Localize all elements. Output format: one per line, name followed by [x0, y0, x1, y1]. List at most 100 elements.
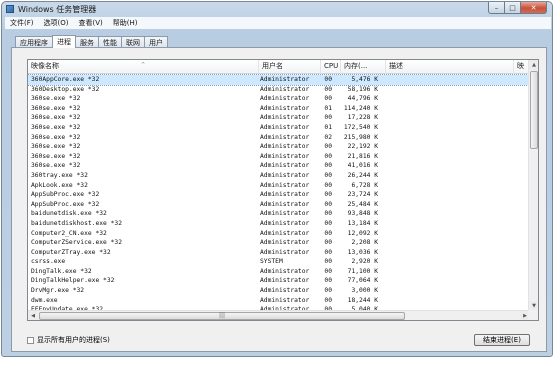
process-row[interactable]: 360se.exe *32 Administrator 00 44,796 K	[28, 94, 530, 104]
process-user: Administrator	[260, 219, 310, 227]
close-button[interactable]: ✕	[521, 2, 547, 14]
process-user: Administrator	[260, 123, 310, 131]
show-all-users-checkbox[interactable]	[27, 336, 34, 344]
process-row[interactable]: AppSubProc.exe *32 Administrator 00 25,484 …	[28, 200, 530, 210]
process-row[interactable]: ApkLook.exe *32 Administrator 00 6,728 K	[28, 181, 530, 191]
scroll-left-icon[interactable]: ◀	[28, 311, 38, 320]
maximize-button[interactable]: □	[505, 2, 521, 14]
process-row[interactable]: Computer2_CN.exe *32 Administrator 00 12,09…	[28, 229, 530, 239]
process-user: Administrator	[260, 85, 310, 93]
process-cpu: 00	[324, 277, 332, 285]
process-cpu: 00	[324, 296, 332, 304]
process-row[interactable]: 360se.exe *32 Administrator 01 172,540 K	[28, 123, 530, 133]
menu-file[interactable]: 文件(F)	[5, 18, 39, 28]
column-description[interactable]: 描述	[386, 60, 514, 74]
process-row[interactable]: 360se.exe *32 Administrator 01 114,240 K	[28, 104, 530, 114]
end-process-button[interactable]: 结束进程(E)	[474, 334, 530, 346]
process-cpu: 00	[324, 76, 332, 83]
process-row[interactable]: DingTalkHelper.exe *32 Administrator 00 77,…	[28, 276, 530, 286]
vertical-scrollbar[interactable]: ▲ ▼	[528, 60, 538, 311]
process-cpu: 00	[324, 219, 332, 227]
process-memory: 44,796 K	[347, 95, 378, 103]
process-memory: 13,036 K	[347, 248, 378, 256]
process-row[interactable]: 360Desktop.exe *32 Administrator 00 58,196 …	[28, 85, 530, 95]
process-user: Administrator	[260, 181, 310, 189]
process-cpu: 01	[324, 123, 332, 131]
process-row[interactable]: ComputerZTray.exe *32 Administrator 00 13,0…	[28, 248, 530, 258]
scroll-up-icon[interactable]: ▲	[529, 60, 538, 70]
column-image-name[interactable]: 映像名称 ^	[28, 60, 259, 74]
process-memory: 41,016 K	[347, 162, 378, 170]
process-name: baidunetdisk.exe *32	[31, 210, 107, 218]
process-name: AppSubProc.exe *32	[31, 191, 100, 199]
process-row[interactable]: 360se.exe *32 Administrator 00 17,228 K	[28, 113, 530, 123]
process-memory: 17,228 K	[347, 114, 378, 122]
horizontal-scrollbar[interactable]: ◀ ||| ▶	[28, 310, 530, 320]
process-row[interactable]: 360se.exe *32 Administrator 02 215,980 K	[28, 133, 530, 143]
process-row[interactable]: dwm.exe Administrator 00 18,244 K	[28, 296, 530, 306]
vertical-scroll-thumb[interactable]	[530, 71, 538, 149]
process-memory: 215,980 K	[343, 133, 378, 141]
process-memory: 21,816 K	[347, 152, 378, 160]
process-row[interactable]: 360AppCore.exe *32 Administrator 00 5,476 K	[28, 74, 531, 86]
process-memory: 6,728 K	[351, 181, 378, 189]
process-cpu: 00	[324, 114, 332, 122]
process-row[interactable]: AppSubProc.exe *32 Administrator 00 23,724 …	[28, 190, 530, 200]
process-cpu: 00	[324, 239, 332, 247]
column-user-name[interactable]: 用户名	[259, 60, 321, 74]
process-cpu: 00	[324, 287, 332, 295]
process-user: Administrator	[260, 267, 310, 275]
process-memory: 5,476 K	[351, 76, 378, 83]
process-row[interactable]: baidunetdiskhost.exe *32 Administrator 00 1…	[28, 219, 530, 229]
process-memory: 2,208 K	[351, 239, 378, 247]
process-row[interactable]: ComputerZService.exe *32 Administrator 00 2…	[28, 238, 530, 248]
process-name: 360se.exe *32	[31, 104, 81, 112]
process-memory: 77,064 K	[347, 277, 378, 285]
process-name: 360se.exe *32	[31, 133, 81, 141]
process-cpu: 00	[324, 191, 332, 199]
menu-help[interactable]: 帮助(H)	[108, 18, 143, 28]
process-memory: 22,192 K	[347, 143, 378, 151]
menu-view[interactable]: 查看(V)	[73, 18, 107, 28]
process-user: Administrator	[260, 229, 310, 237]
column-memory[interactable]: 内存(...	[341, 60, 386, 74]
tab-processes[interactable]: 进程	[52, 35, 76, 48]
process-name: ApkLook.exe *32	[31, 181, 88, 189]
process-row[interactable]: 360se.exe *32 Administrator 00 22,192 K	[28, 142, 530, 152]
process-user: Administrator	[260, 248, 310, 256]
process-row[interactable]: 360tray.exe *32 Administrator 00 26,244 K	[28, 171, 530, 181]
process-row[interactable]: baidunetdisk.exe *32 Administrator 00 93,84…	[28, 209, 530, 219]
task-manager-window: Windows 任务管理器 – □ ✕ 文件(F) 选项(O) 查看(V) 帮助…	[1, 1, 553, 357]
menu-options[interactable]: 选项(O)	[39, 18, 74, 28]
process-user: SYSTEM	[260, 258, 283, 266]
show-all-users-option[interactable]: 显示所有用户的进程(S)	[27, 335, 110, 345]
process-user: Administrator	[260, 104, 310, 112]
scrollbar-corner	[528, 310, 538, 320]
process-list[interactable]: 映像名称 ^ 用户名 CPU 内存(... 描述 映 360AppCore.ex…	[27, 59, 539, 321]
process-cpu: 00	[324, 181, 332, 189]
process-user: Administrator	[260, 239, 310, 247]
process-cpu: 01	[324, 104, 332, 112]
horizontal-scroll-thumb[interactable]: |||	[39, 312, 405, 320]
process-memory: 3,000 K	[351, 287, 378, 295]
minimize-button[interactable]: –	[488, 2, 505, 14]
process-user: Administrator	[260, 200, 310, 208]
process-row[interactable]: csrss.exe SYSTEM 00 2,920 K	[28, 257, 530, 267]
process-name: AppSubProc.exe *32	[31, 200, 100, 208]
column-cpu[interactable]: CPU	[321, 60, 341, 74]
process-row[interactable]: DrvMgr.exe *32 Administrator 00 3,000 K	[28, 286, 530, 296]
process-row[interactable]: DingTalk.exe *32 Administrator 00 71,100 K	[28, 267, 530, 277]
process-name: Computer2_CN.exe *32	[31, 229, 107, 237]
title-bar[interactable]: Windows 任务管理器 – □ ✕	[2, 2, 552, 16]
process-user: Administrator	[260, 76, 310, 83]
process-row[interactable]: 360se.exe *32 Administrator 00 21,816 K	[28, 152, 530, 162]
process-memory: 13,184 K	[347, 219, 378, 227]
process-cpu: 00	[324, 258, 332, 266]
process-name: 360se.exe *32	[31, 95, 81, 103]
process-user: Administrator	[260, 171, 310, 179]
process-user: Administrator	[260, 296, 310, 304]
process-name: 360AppCore.exe *32	[31, 76, 100, 83]
process-user: Administrator	[260, 114, 310, 122]
process-name: 360se.exe *32	[31, 143, 81, 151]
process-row[interactable]: 360se.exe *32 Administrator 00 41,016 K	[28, 161, 530, 171]
